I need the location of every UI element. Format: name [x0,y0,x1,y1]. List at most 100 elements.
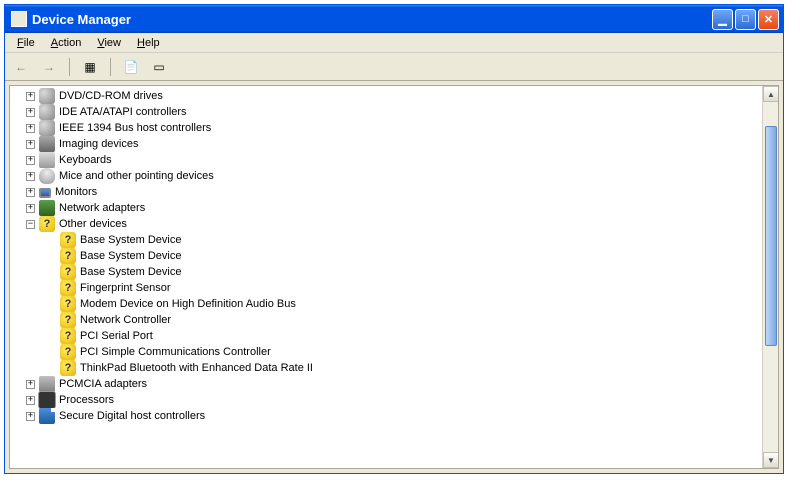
window-frame: Device Manager ▁ □ ✕ File Action View He… [4,4,784,474]
show-hide-console-button[interactable]: ▦ [80,57,100,77]
expand-icon[interactable]: + [26,124,35,133]
network-icon [39,200,55,216]
tree-device[interactable]: Fingerprint Sensor [10,280,762,296]
category-label: IEEE 1394 Bus host controllers [59,120,211,136]
category-label: Keyboards [59,152,112,168]
toolbar-separator [69,58,70,76]
forward-button: → [39,57,59,77]
tree-device[interactable]: Modem Device on High Definition Audio Bu… [10,296,762,312]
tree-category[interactable]: + Secure Digital host controllers [10,408,762,424]
device-label: Base System Device [80,232,181,248]
window-title: Device Manager [32,12,712,27]
tree-category[interactable]: + Monitors [10,184,762,200]
unknown-icon [60,360,76,376]
unknown-icon [39,216,55,232]
category-label: Monitors [55,184,97,200]
tree-category[interactable]: + Network adapters [10,200,762,216]
expand-icon[interactable]: + [26,92,35,101]
expand-icon[interactable]: + [26,396,35,405]
pcmcia-icon [39,376,55,392]
menubar: File Action View Help [5,33,783,53]
device-label: Fingerprint Sensor [80,280,171,296]
device-icon [39,120,55,136]
device-label: Base System Device [80,248,181,264]
tree-device[interactable]: ThinkPad Bluetooth with Enhanced Data Ra… [10,360,762,376]
menu-view[interactable]: View [89,35,129,51]
scan-hardware-button[interactable]: ▭ [149,57,169,77]
content-area: + DVD/CD-ROM drives + IDE ATA/ATAPI control… [9,85,779,469]
category-label: PCMCIA adapters [59,376,147,392]
category-label: Network adapters [59,200,145,216]
category-label: Mice and other pointing devices [59,168,214,184]
tree-device[interactable]: Base System Device [10,248,762,264]
tree-device[interactable]: Network Controller [10,312,762,328]
collapse-icon[interactable]: − [26,220,35,229]
tree-category[interactable]: + Mice and other pointing devices [10,168,762,184]
maximize-button[interactable]: □ [735,9,756,30]
unknown-icon [60,232,76,248]
device-label: PCI Simple Communications Controller [80,344,271,360]
tree-category[interactable]: + IEEE 1394 Bus host controllers [10,120,762,136]
expand-icon[interactable]: + [26,156,35,165]
category-label: Other devices [59,216,127,232]
device-label: PCI Serial Port [80,328,153,344]
category-label: Imaging devices [59,136,139,152]
unknown-icon [60,280,76,296]
monitor-icon [39,188,51,198]
expand-icon[interactable]: + [26,172,35,181]
tree-category[interactable]: + IDE ATA/ATAPI controllers [10,104,762,120]
device-icon [39,104,55,120]
category-label: Processors [59,392,114,408]
tree-device[interactable]: PCI Simple Communications Controller [10,344,762,360]
scroll-up-button[interactable]: ▲ [763,86,779,102]
scroll-thumb[interactable] [765,126,777,346]
tree-category[interactable]: + Keyboards [10,152,762,168]
expand-icon[interactable]: + [26,412,35,421]
unknown-icon [60,344,76,360]
properties-button[interactable]: 📄 [121,57,141,77]
tree-device[interactable]: Base System Device [10,232,762,248]
app-icon [11,11,27,27]
device-icon [39,88,55,104]
unknown-icon [60,264,76,280]
unknown-icon [60,296,76,312]
unknown-icon [60,248,76,264]
tree-device[interactable]: Base System Device [10,264,762,280]
expand-icon[interactable]: + [26,380,35,389]
cpu-icon [39,392,55,408]
tree-category[interactable]: + PCMCIA adapters [10,376,762,392]
menu-file[interactable]: File [9,35,43,51]
device-label: Modem Device on High Definition Audio Bu… [80,296,296,312]
imaging-icon [39,136,55,152]
titlebar: Device Manager ▁ □ ✕ [5,5,783,33]
expand-icon[interactable]: + [26,204,35,213]
toolbar-separator [110,58,111,76]
category-label: DVD/CD-ROM drives [59,88,163,104]
scroll-down-button[interactable]: ▼ [763,452,779,468]
tree-category[interactable]: − Other devices [10,216,762,232]
unknown-icon [60,328,76,344]
device-label: Base System Device [80,264,181,280]
tree-category[interactable]: + Imaging devices [10,136,762,152]
tree-category[interactable]: + DVD/CD-ROM drives [10,88,762,104]
category-label: IDE ATA/ATAPI controllers [59,104,187,120]
expand-icon[interactable]: + [26,140,35,149]
menu-help[interactable]: Help [129,35,168,51]
category-label: Secure Digital host controllers [59,408,205,424]
device-tree[interactable]: + DVD/CD-ROM drives + IDE ATA/ATAPI control… [10,86,762,468]
toolbar: ← → ▦ 📄 ▭ [5,53,783,81]
tree-device[interactable]: PCI Serial Port [10,328,762,344]
minimize-button[interactable]: ▁ [712,9,733,30]
window-buttons: ▁ □ ✕ [712,9,779,30]
tree-category[interactable]: + Processors [10,392,762,408]
unknown-icon [60,312,76,328]
device-label: Network Controller [80,312,171,328]
sd-icon [39,408,55,424]
vertical-scrollbar[interactable]: ▲ ▼ [762,86,778,468]
back-button: ← [11,57,31,77]
expand-icon[interactable]: + [26,108,35,117]
expand-icon[interactable]: + [26,188,35,197]
close-button[interactable]: ✕ [758,9,779,30]
keyboard-icon [39,152,55,168]
menu-action[interactable]: Action [43,35,90,51]
